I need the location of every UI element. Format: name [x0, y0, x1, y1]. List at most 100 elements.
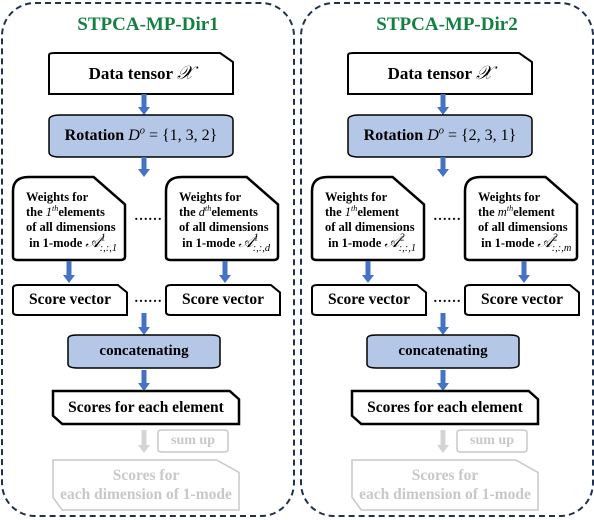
- weights-line: in 1-mode 𝒜2:,:,1: [325, 233, 417, 255]
- label: :,:,1: [99, 243, 118, 255]
- arrow-down-icon: [138, 370, 150, 391]
- concatenating-box: concatenating: [367, 335, 519, 368]
- scores-element-box: Scores for each element: [53, 391, 239, 424]
- label: Data tensor: [387, 63, 472, 83]
- weights-box: Weights for the 1thelement of all dimens…: [312, 177, 424, 260]
- weights-line: the mthelement: [478, 204, 571, 220]
- label: = {2, 3, 1}: [447, 127, 517, 144]
- label: Score vector: [29, 291, 111, 308]
- label: Scores for each element: [367, 398, 523, 416]
- panel-1: STPCA-MP-Dir1 Data tensor 𝒳 Rotation Do …: [1, 2, 295, 517]
- weights-line: Weights for: [179, 190, 242, 204]
- label: Score vector: [481, 291, 563, 308]
- label: :,:,d: [252, 243, 271, 255]
- arrow-down-icon: [437, 430, 449, 453]
- rotation-box: Rotation Do = {1, 3, 2}: [49, 115, 233, 157]
- label: Scores for each element: [68, 398, 224, 416]
- label: 𝒜: [537, 234, 553, 251]
- label: in 1-mode: [182, 236, 236, 250]
- arrow-down-icon: [138, 313, 150, 335]
- label: sum up: [171, 433, 215, 448]
- arrow-down-icon: [437, 157, 449, 177]
- label: D: [128, 127, 140, 144]
- ellipsis: ……: [134, 291, 162, 306]
- label: 𝒜: [384, 234, 400, 251]
- label: in 1-mode: [29, 236, 83, 250]
- diagram: STPCA-MP-Dir1 Data tensor 𝒳 Rotation Do …: [0, 0, 594, 520]
- label: 𝒜: [238, 234, 254, 251]
- weights-line: in 1-mode 𝒜1:,:,d: [179, 233, 271, 255]
- ellipsis: ……: [134, 209, 162, 224]
- arrow-down-icon: [219, 261, 231, 283]
- label: D: [427, 127, 439, 144]
- tensor-symbol: 𝒳: [476, 62, 493, 84]
- tensor-symbol: 𝒜1:,:,d: [238, 233, 271, 255]
- label: the: [26, 205, 43, 219]
- label: Scores for: [411, 467, 479, 484]
- label: o: [139, 125, 145, 137]
- label: :,:,m: [551, 243, 572, 255]
- arrow-down-icon: [518, 261, 530, 283]
- label: m: [497, 205, 507, 219]
- concatenating-box: concatenating: [68, 335, 220, 368]
- label: the: [325, 205, 342, 219]
- rotation-box: Rotation Do = {2, 3, 1}: [348, 115, 532, 157]
- label: Rotation: [363, 127, 424, 144]
- label: element: [513, 205, 555, 219]
- ellipsis: ……: [433, 291, 461, 306]
- weights-line: in 1-mode 𝒜1:,:,1: [26, 233, 118, 255]
- score-vector-box: Score vector: [312, 285, 426, 315]
- label: the: [179, 205, 196, 219]
- label: element: [357, 205, 400, 219]
- weights-line: Weights for: [325, 190, 388, 204]
- panel-title: STPCA-MP-Dir1: [77, 14, 219, 35]
- label: in 1-mode: [328, 236, 382, 250]
- sum-up-box: sum up: [158, 430, 228, 452]
- label: concatenating: [99, 343, 189, 359]
- scores-element-box: Scores for each element: [352, 391, 538, 424]
- panel-2: STPCA-MP-Dir2 Data tensor 𝒳 Rotation Do …: [300, 2, 594, 517]
- weights-line: Weights for: [478, 190, 541, 204]
- panel-title: STPCA-MP-Dir2: [376, 14, 518, 35]
- weights-line: the 1thelement: [325, 204, 416, 220]
- score-vector-box: Score vector: [166, 285, 280, 315]
- tensor-symbol: 𝒜2:,:,m: [537, 233, 572, 255]
- arrow-down-icon: [138, 430, 150, 453]
- label: sum up: [470, 433, 514, 448]
- arrow-down-icon: [362, 261, 374, 283]
- label: the: [478, 205, 495, 219]
- score-vector-box: Score vector: [13, 285, 127, 315]
- label: :,:,1: [398, 243, 417, 255]
- score-vector-box: Score vector: [465, 285, 579, 315]
- arrow-down-icon: [138, 94, 150, 115]
- tensor-symbol: 𝒜1:,:,1: [85, 233, 118, 255]
- arrow-down-icon: [437, 313, 449, 335]
- tensor-symbol: 𝒜2:,:,1: [384, 233, 417, 255]
- arrow-down-icon: [138, 157, 150, 177]
- weights-box: Weights for the mthelement of all dimens…: [465, 177, 577, 260]
- tensor-symbol: 𝒳: [177, 62, 194, 84]
- scores-dimension-box: Scores for each dimension of 1-mode: [352, 460, 538, 510]
- label: 𝒜: [85, 234, 101, 251]
- arrow-down-icon: [437, 370, 449, 391]
- label: each dimension of 1-mode: [359, 486, 531, 503]
- label: Score vector: [328, 291, 410, 308]
- label: o: [438, 125, 444, 137]
- label: Rotation: [64, 127, 125, 144]
- label: Score vector: [182, 291, 264, 308]
- label: Scores for: [112, 467, 180, 484]
- ellipsis: ……: [433, 209, 461, 224]
- sum-up-box: sum up: [457, 430, 527, 452]
- label: concatenating: [398, 343, 488, 359]
- weights-line: Weights for: [26, 190, 89, 204]
- weights-box: Weights for the 1thelements of all dimen…: [13, 177, 125, 260]
- scores-dimension-box: Scores for each dimension of 1-mode: [53, 460, 239, 510]
- weights-line: in 1-mode 𝒜2:,:,m: [478, 233, 572, 255]
- arrow-down-icon: [63, 261, 75, 283]
- label: in 1-mode: [481, 236, 535, 250]
- weights-line: the dthelements: [179, 204, 270, 220]
- label: elements: [211, 205, 258, 219]
- label: elements: [58, 205, 105, 219]
- label: each dimension of 1-mode: [60, 486, 232, 503]
- arrow-down-icon: [437, 94, 449, 115]
